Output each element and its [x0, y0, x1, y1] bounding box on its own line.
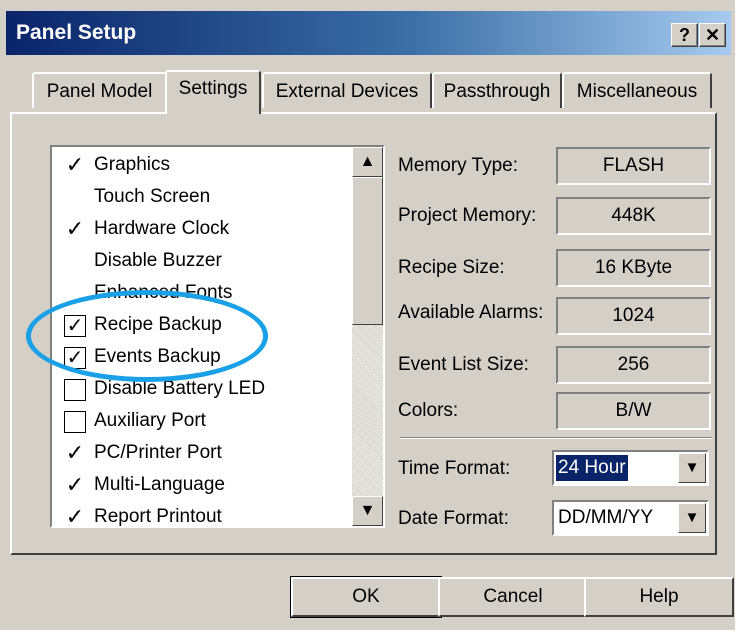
- help-title-button[interactable]: ?: [671, 23, 698, 47]
- date-format-value[interactable]: DD/MM/YY: [556, 505, 655, 531]
- tab-settings[interactable]: Settings: [165, 70, 261, 114]
- title-bar[interactable]: Panel Setup ? ✕: [6, 11, 731, 55]
- option-label: Hardware Clock: [94, 218, 230, 239]
- scroll-up-button[interactable]: ▲: [352, 147, 383, 177]
- dropdown-arrow-icon[interactable]: ▼: [678, 503, 706, 533]
- tab-panel-model[interactable]: Panel Model: [32, 72, 167, 108]
- window-title: Panel Setup: [16, 21, 137, 44]
- date-format-select[interactable]: DD/MM/YY ▼: [552, 500, 709, 536]
- time-format-select[interactable]: 24 Hour ▼: [552, 450, 709, 486]
- memory-type-label: Memory Type:: [398, 155, 519, 176]
- checkbox-checked-icon[interactable]: ✓: [64, 315, 86, 337]
- checkbox-unchecked-icon[interactable]: [64, 411, 86, 433]
- colors-value: B/W: [556, 392, 711, 430]
- option-multi-language[interactable]: ✓ Multi-Language: [62, 471, 352, 501]
- event-list-size-label: Event List Size:: [398, 354, 529, 375]
- option-label: Auxiliary Port: [94, 410, 206, 431]
- option-events-backup[interactable]: ✓ Events Backup: [62, 343, 352, 373]
- option-label: Recipe Backup: [94, 314, 222, 335]
- check-icon: ✓: [65, 472, 85, 497]
- option-disable-battery-led[interactable]: Disable Battery LED: [62, 375, 352, 405]
- option-recipe-backup[interactable]: ✓ Recipe Backup: [62, 311, 352, 341]
- tab-external-devices[interactable]: External Devices: [262, 72, 432, 108]
- cancel-button[interactable]: Cancel: [438, 577, 588, 617]
- check-icon: [62, 183, 88, 211]
- checkbox-checked-icon[interactable]: ✓: [64, 347, 86, 369]
- option-disable-buzzer[interactable]: Disable Buzzer: [62, 247, 352, 277]
- event-list-size-value: 256: [556, 346, 711, 384]
- project-memory-value: 448K: [556, 197, 711, 235]
- option-label: Report Printout: [94, 506, 222, 527]
- option-hardware-clock[interactable]: ✓ Hardware Clock: [62, 215, 352, 245]
- date-format-label: Date Format:: [398, 508, 509, 529]
- check-icon: [62, 247, 88, 275]
- option-pc-printer-port[interactable]: ✓ PC/Printer Port: [62, 439, 352, 469]
- option-report-printout[interactable]: ✓ Report Printout: [62, 503, 352, 528]
- check-icon: ✓: [65, 440, 85, 465]
- option-label: Events Backup: [94, 346, 221, 367]
- option-graphics[interactable]: ✓ Graphics: [62, 151, 352, 181]
- close-icon[interactable]: ✕: [699, 23, 726, 47]
- check-icon: ✓: [65, 152, 85, 177]
- tab-miscellaneous[interactable]: Miscellaneous: [562, 72, 712, 108]
- recipe-size-value: 16 KByte: [556, 249, 711, 287]
- options-scrollbar[interactable]: ▲ ▼: [352, 147, 383, 526]
- option-enhanced-fonts[interactable]: Enhanced Fonts: [62, 279, 352, 309]
- colors-label: Colors:: [398, 400, 459, 421]
- dropdown-arrow-icon[interactable]: ▼: [678, 453, 706, 483]
- option-label: PC/Printer Port: [94, 442, 222, 463]
- panel-setup-dialog: Panel Setup ? ✕ Panel Model Settings Ext…: [0, 0, 735, 630]
- memory-type-value: FLASH: [556, 147, 711, 185]
- option-label: Graphics: [94, 154, 171, 175]
- ok-button[interactable]: OK: [290, 576, 442, 618]
- check-icon: [62, 279, 88, 307]
- options-listbox[interactable]: ✓ Graphics Touch Screen ✓ Hardware Clock…: [50, 145, 385, 528]
- time-format-value[interactable]: 24 Hour: [556, 455, 628, 481]
- available-alarms-value: 1024: [556, 297, 711, 335]
- option-label: Disable Buzzer: [94, 250, 222, 271]
- tab-passthrough[interactable]: Passthrough: [432, 72, 562, 108]
- separator: [400, 437, 712, 439]
- time-format-label: Time Format:: [398, 458, 511, 479]
- option-touch-screen[interactable]: Touch Screen: [62, 183, 352, 213]
- scroll-down-button[interactable]: ▼: [352, 496, 383, 526]
- check-icon: ✓: [65, 216, 85, 241]
- available-alarms-label: Available Alarms:: [398, 302, 544, 323]
- check-icon: ✓: [65, 504, 85, 528]
- scroll-thumb[interactable]: [352, 177, 383, 325]
- option-label: Disable Battery LED: [94, 378, 266, 399]
- recipe-size-label: Recipe Size:: [398, 257, 505, 278]
- option-auxiliary-port[interactable]: Auxiliary Port: [62, 407, 352, 437]
- option-label: Multi-Language: [94, 474, 225, 495]
- option-label: Touch Screen: [94, 186, 211, 207]
- option-label: Enhanced Fonts: [94, 282, 233, 303]
- checkbox-unchecked-icon[interactable]: [64, 379, 86, 401]
- project-memory-label: Project Memory:: [398, 205, 537, 226]
- help-button[interactable]: Help: [584, 577, 734, 617]
